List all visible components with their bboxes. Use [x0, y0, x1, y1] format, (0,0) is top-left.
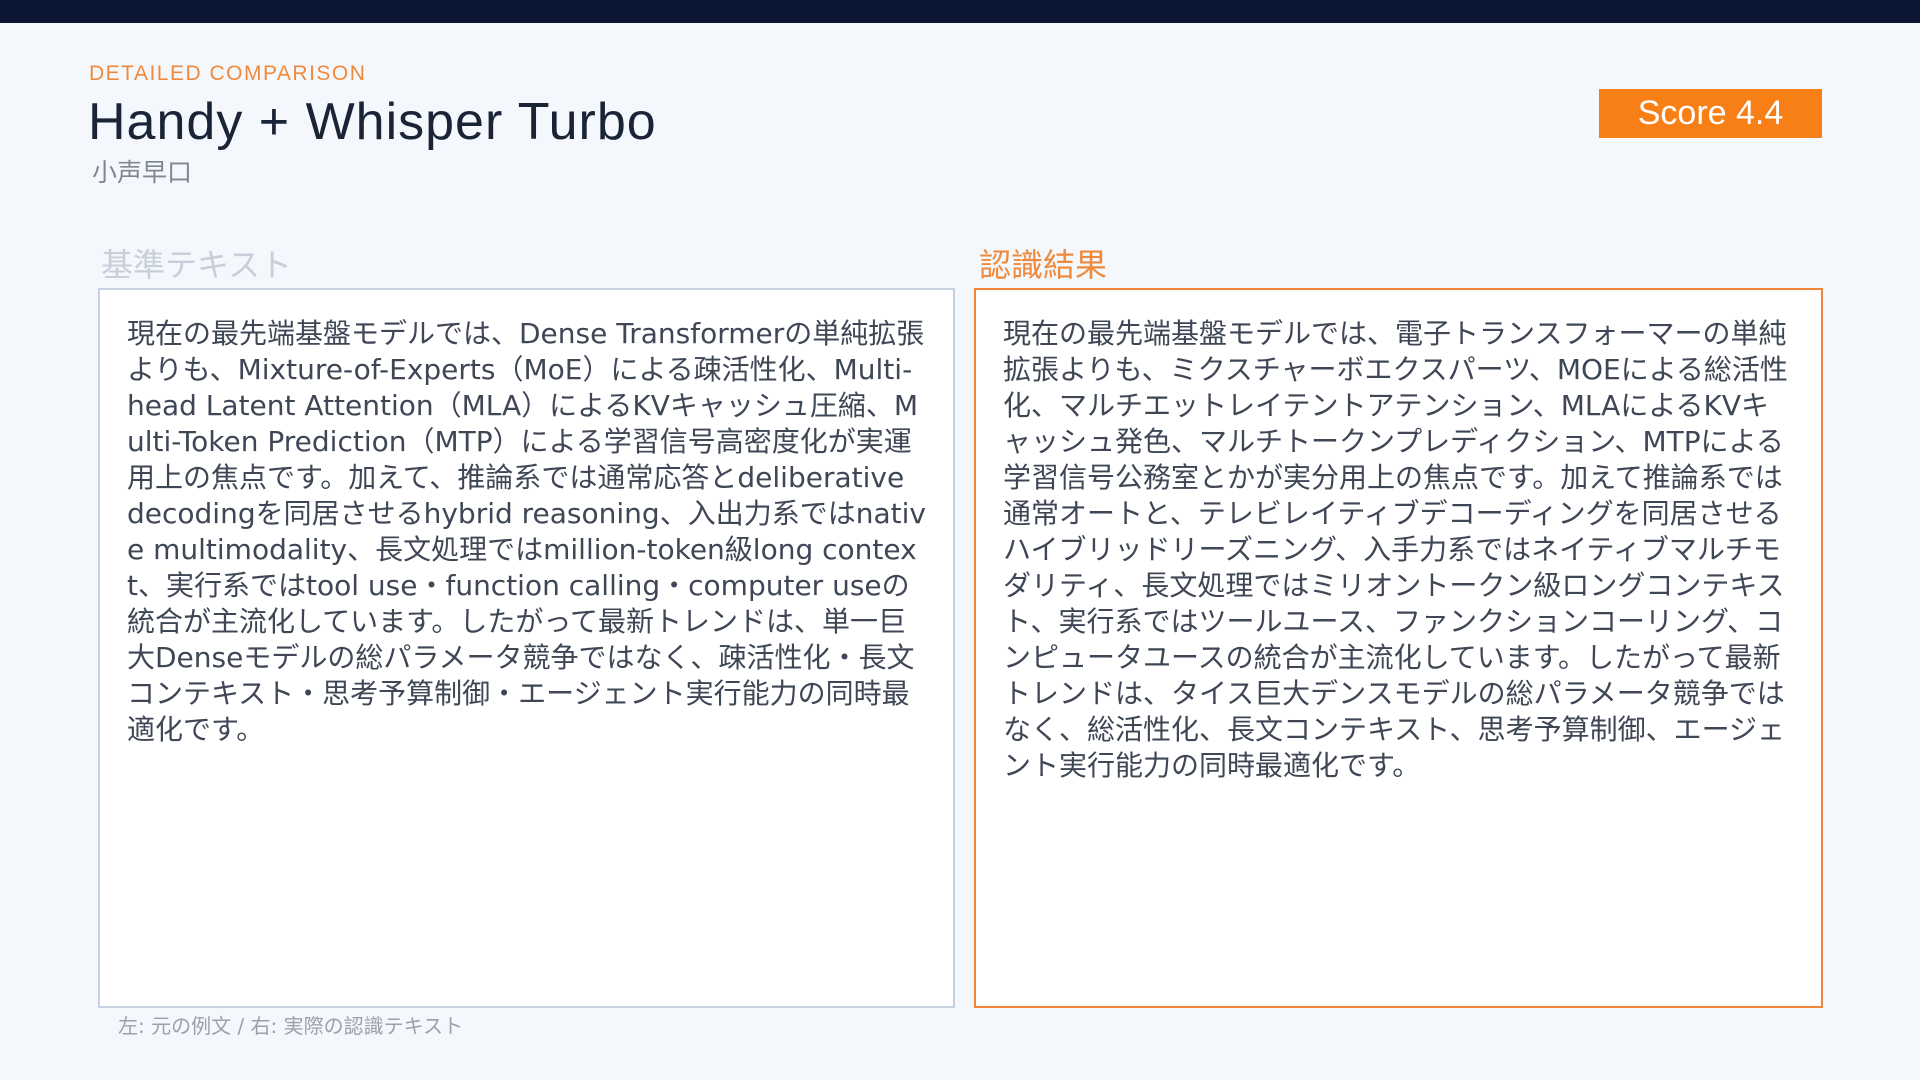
recognized-text-panel: 現在の最先端基盤モデルでは、電子トランスフォーマーの単純拡張よりも、ミクスチャー…: [974, 288, 1823, 1008]
reference-label: 基準テキスト: [101, 246, 293, 284]
score-badge: Score 4.4: [1599, 89, 1822, 138]
footnote: 左: 元の例文 / 右: 実際の認識テキスト: [118, 1014, 464, 1038]
reference-text: 現在の最先端基盤モデルでは、Dense Transformerの単純拡張よりも、…: [127, 317, 926, 746]
recognized-label: 認識結果: [979, 246, 1108, 284]
recognized-text: 現在の最先端基盤モデルでは、電子トランスフォーマーの単純拡張よりも、ミクスチャー…: [1003, 317, 1788, 782]
top-bar: [0, 0, 1920, 23]
section-eyebrow: DETAILED COMPARISON: [89, 62, 367, 85]
page-title: Handy + Whisper Turbo: [88, 93, 657, 151]
page-subtitle: 小声早口: [92, 158, 193, 187]
reference-text-panel: 現在の最先端基盤モデルでは、Dense Transformerの単純拡張よりも、…: [98, 288, 955, 1008]
